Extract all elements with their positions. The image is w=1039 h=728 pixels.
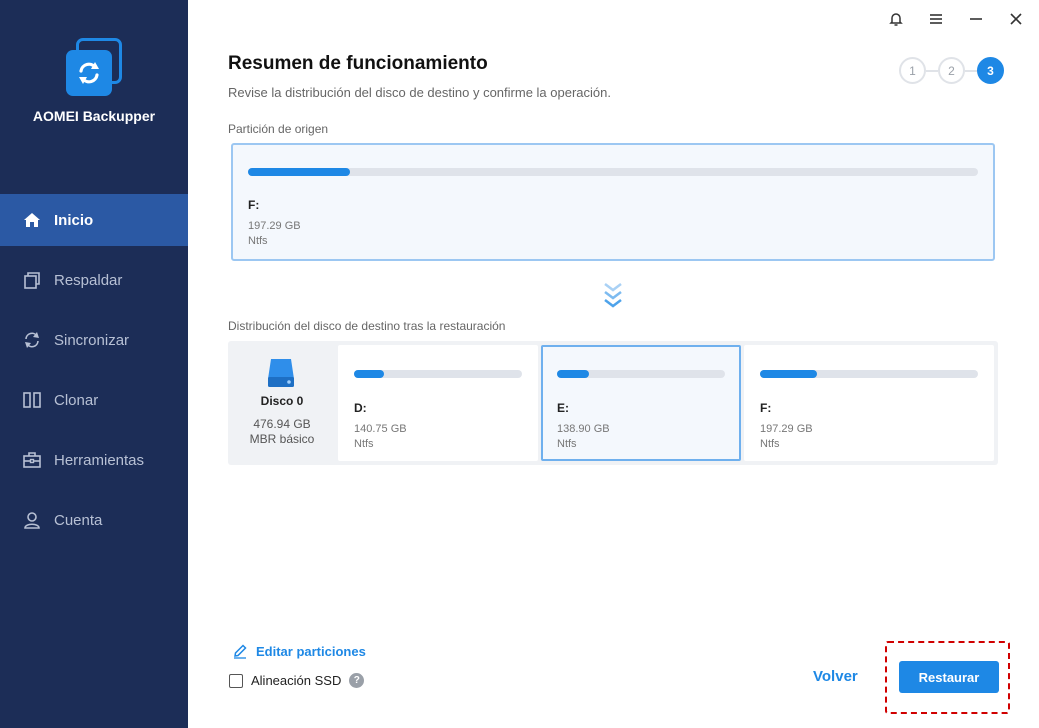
partition-name: F: <box>760 401 772 415</box>
disk-name: Disco 0 <box>260 394 304 408</box>
sidebar-item-cuenta[interactable]: Cuenta <box>0 494 188 546</box>
pencil-icon <box>232 643 248 659</box>
home-icon <box>22 210 42 230</box>
source-label: Partición de origen <box>228 122 329 136</box>
sidebar-item-label: Herramientas <box>54 451 145 469</box>
usage-bar <box>557 370 725 378</box>
destination-label: Distribución del disco de destino tras l… <box>228 319 506 333</box>
edit-partitions-link[interactable]: Editar particiones <box>232 643 366 659</box>
sidebar-item-label: Inicio <box>54 211 94 229</box>
help-icon[interactable]: ? <box>349 673 365 688</box>
brand: AOMEI Backupper <box>0 38 188 124</box>
disk-type: MBR básico <box>249 432 315 446</box>
sidebar-item-label: Respaldar <box>54 271 123 289</box>
partition-fs: Ntfs <box>354 438 374 450</box>
sidebar: AOMEI Backupper Inicio Respaldar Sincron… <box>0 0 188 728</box>
partition-size: 140.75 GB <box>354 423 407 435</box>
partition-fs: Ntfs <box>248 235 268 247</box>
partition-name: E: <box>557 401 569 415</box>
backup-icon <box>22 270 42 290</box>
sidebar-item-herramientas[interactable]: Herramientas <box>0 434 188 486</box>
double-chevron-down-icon <box>602 280 624 314</box>
step-indicator: 1 2 3 <box>899 57 1004 84</box>
partition-fs: Ntfs <box>760 438 780 450</box>
sidebar-item-label: Clonar <box>54 391 99 409</box>
hard-disk-icon <box>266 357 296 389</box>
sidebar-item-sincronizar[interactable]: Sincronizar <box>0 314 188 366</box>
step-connector <box>926 69 938 72</box>
usage-bar <box>760 370 978 378</box>
step-2: 2 <box>938 57 965 84</box>
close-icon[interactable] <box>1007 10 1025 28</box>
usage-fill <box>248 168 351 176</box>
partition-size: 138.90 GB <box>557 423 610 435</box>
restore-button[interactable]: Restaurar <box>899 661 999 693</box>
app-name: AOMEI Backupper <box>32 108 156 124</box>
aomei-logo-icon <box>66 38 122 96</box>
step-1: 1 <box>899 57 926 84</box>
page-title: Resumen de funcionamiento <box>228 53 488 74</box>
user-icon <box>22 510 42 530</box>
window-controls <box>887 10 1025 28</box>
step-connector <box>965 69 977 72</box>
back-button[interactable]: Volver <box>813 668 858 685</box>
partition-name: F: <box>248 198 260 212</box>
usage-fill <box>354 370 385 378</box>
sidebar-item-respaldar[interactable]: Respaldar <box>0 254 188 306</box>
usage-fill <box>557 370 589 378</box>
sidebar-item-clonar[interactable]: Clonar <box>0 374 188 426</box>
destination-disk-row: Disco 0 476.94 GB MBR básico D: 140.75 G… <box>228 341 998 465</box>
sidebar-item-label: Cuenta <box>54 511 103 529</box>
ssd-alignment-option: Alineación SSD ? <box>229 673 365 688</box>
partition-fs: Ntfs <box>557 438 577 450</box>
menu-icon[interactable] <box>927 10 945 28</box>
ssd-alignment-label: Alineación SSD <box>251 673 342 688</box>
sidebar-item-label: Sincronizar <box>54 331 130 349</box>
source-partition-card[interactable]: F: 197.29 GB Ntfs <box>231 143 995 261</box>
partition-card-f[interactable]: F: 197.29 GB Ntfs <box>744 345 994 461</box>
sidebar-item-inicio[interactable]: Inicio <box>0 194 188 246</box>
usage-bar <box>248 168 978 176</box>
bell-icon[interactable] <box>887 10 905 28</box>
clone-icon <box>22 390 42 410</box>
partition-card-d[interactable]: D: 140.75 GB Ntfs <box>338 345 538 461</box>
partition-size: 197.29 GB <box>760 423 813 435</box>
edit-partitions-label: Editar particiones <box>256 643 366 659</box>
disk-info: Disco 0 476.94 GB MBR básico <box>228 341 336 465</box>
partition-name: D: <box>354 401 367 415</box>
restore-highlight-box: Restaurar <box>885 641 1010 714</box>
toolbox-icon <box>22 450 42 470</box>
sync-icon <box>22 330 42 350</box>
sidebar-nav: Inicio Respaldar Sincronizar Clonar Herr… <box>0 194 188 554</box>
usage-fill <box>760 370 817 378</box>
minimize-icon[interactable] <box>967 10 985 28</box>
usage-bar <box>354 370 522 378</box>
partition-card-e[interactable]: E: 138.90 GB Ntfs <box>541 345 741 461</box>
disk-size: 476.94 GB <box>253 417 311 431</box>
partition-size: 197.29 GB <box>248 220 301 232</box>
step-3: 3 <box>977 57 1004 84</box>
page-subtitle: Revise la distribución del disco de dest… <box>228 85 611 100</box>
ssd-alignment-checkbox[interactable] <box>229 673 243 688</box>
